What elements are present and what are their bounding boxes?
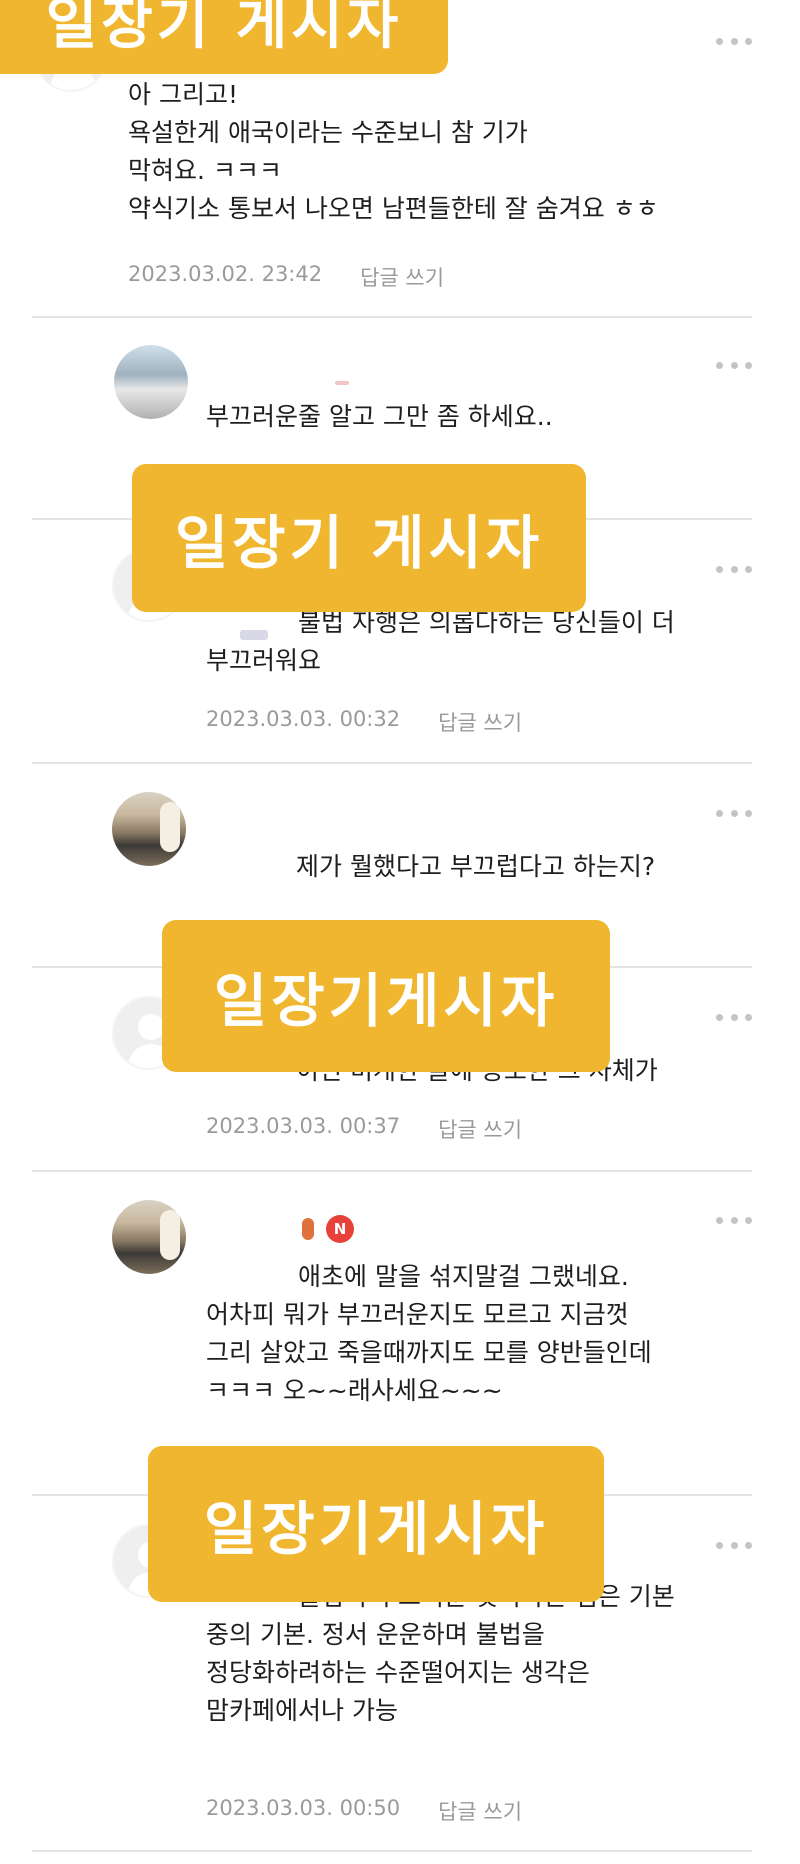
more-options-icon[interactable] xyxy=(716,808,752,818)
more-options-icon[interactable] xyxy=(716,1012,752,1022)
comment-line: 맘카페에서나 가능 xyxy=(206,1696,398,1725)
divider xyxy=(32,1850,752,1852)
comment-meta: 2023.03.03. 00:50 답글 쓰기 xyxy=(206,1796,522,1826)
comment-line: 부끄러워요 xyxy=(206,646,322,675)
more-options-icon[interactable] xyxy=(716,36,752,46)
comment-line: 약식기소 통보서 나오면 남편들한테 잘 숨겨요 ㅎㅎ xyxy=(128,194,659,223)
avatar[interactable] xyxy=(112,792,186,866)
timestamp: 2023.03.03. 00:50 xyxy=(206,1796,401,1820)
more-options-icon[interactable] xyxy=(716,360,752,370)
comment-text: 애초에 말을 섞지말걸 그랬네요. 어차피 뭐가 부끄러운지도 모르고 지금껏 … xyxy=(206,1258,652,1410)
comment-line: 불법 자행은 의롭다하는 당신들이 더 xyxy=(298,608,675,637)
comment-line: 욕설한게 애국이라는 수준보니 참 기가 xyxy=(128,118,528,147)
comment-meta: 2023.03.02. 23:42 답글 쓰기 xyxy=(128,262,444,292)
comment-line: 그리 살았고 죽을때까지도 모를 양반들인데 xyxy=(206,1338,652,1367)
timestamp: 2023.03.03. 00:32 xyxy=(206,707,401,731)
reply-button[interactable]: 답글 쓰기 xyxy=(438,1796,522,1826)
comment-line: 부끄러운줄 알고 그만 좀 하세요.. xyxy=(206,402,553,431)
comment-line: 정당화하려하는 수준떨어지는 생각은 xyxy=(206,1658,590,1687)
timestamp: 2023.03.03. 00:37 xyxy=(206,1114,401,1138)
comment-text: 아 그리고! 욕설한게 애국이라는 수준보니 참 기가 막혀요. ㅋㅋㅋ 약식기… xyxy=(128,76,659,228)
divider xyxy=(32,762,752,764)
more-options-icon[interactable] xyxy=(716,1540,752,1550)
reply-button[interactable]: 답글 쓰기 xyxy=(438,1114,522,1144)
overlay-banner: 일장기게시자 xyxy=(148,1446,604,1602)
overlay-banner: 일장기 게시자 xyxy=(0,0,448,74)
comment-line: 애초에 말을 섞지말걸 그랬네요. xyxy=(298,1262,629,1291)
reply-button[interactable]: 답글 쓰기 xyxy=(438,707,522,737)
comment-line: ㅋㅋㅋ 오~~래사세요~~~ xyxy=(206,1376,503,1405)
divider xyxy=(32,1170,752,1172)
reply-button[interactable]: 답글 쓰기 xyxy=(360,262,444,292)
comment-line: 중의 기본. 정서 운운하며 불법을 xyxy=(206,1620,545,1649)
comment-line: 아 그리고! xyxy=(128,80,238,109)
overlay-banner: 일장기 게시자 xyxy=(132,464,586,612)
new-badge: N xyxy=(326,1215,354,1243)
avatar[interactable] xyxy=(112,1200,186,1274)
timestamp: 2023.03.02. 23:42 xyxy=(128,262,323,286)
avatar[interactable] xyxy=(114,345,188,419)
comment-text: 부끄러운줄 알고 그만 좀 하세요.. xyxy=(206,398,553,436)
comment-meta: 2023.03.03. 00:32 답글 쓰기 xyxy=(206,707,522,737)
comment-line: 제가 뭘했다고 부끄럽다고 하는지? xyxy=(296,852,656,881)
comment-text: 불법 자행은 의롭다하는 당신들이 더 부끄러워요 xyxy=(206,604,675,680)
comment-line: 막혀요. ㅋㅋㅋ xyxy=(128,156,282,185)
divider xyxy=(32,316,752,318)
more-options-icon[interactable] xyxy=(716,1215,752,1225)
flower-icon xyxy=(302,1218,314,1240)
comment-line: 어차피 뭐가 부끄러운지도 모르고 지금껏 xyxy=(206,1300,629,1329)
comment-meta: 2023.03.03. 00:37 답글 쓰기 xyxy=(206,1114,522,1144)
redaction-mark xyxy=(335,381,349,385)
comment-text: 제가 뭘했다고 부끄럽다고 하는지? xyxy=(296,848,655,886)
more-options-icon[interactable] xyxy=(716,564,752,574)
overlay-banner: 일장기게시자 xyxy=(162,920,610,1072)
